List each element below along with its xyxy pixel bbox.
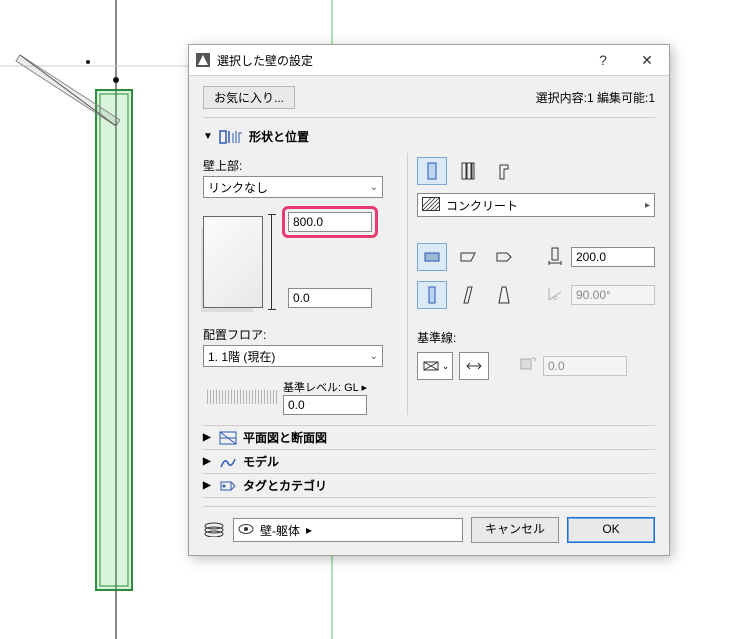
tag-icon <box>219 479 237 493</box>
base-level-offset-input[interactable] <box>283 395 367 415</box>
ref-line-flip-button[interactable] <box>459 352 489 380</box>
base-level-label: 基準レベル: GL ▸ <box>283 379 367 395</box>
ref-line-offset-icon <box>517 355 537 378</box>
material-select[interactable]: コンクリート ▸ <box>417 193 655 217</box>
help-button[interactable]: ? <box>581 45 625 75</box>
section-title: 形状と位置 <box>249 128 309 145</box>
close-button[interactable]: ✕ <box>625 45 669 75</box>
layer-select[interactable]: 壁-躯体 ▸ <box>233 518 463 542</box>
disclosure-right-icon: ▶ <box>203 432 213 443</box>
disclosure-right-icon: ▶ <box>203 480 213 491</box>
wall-height-preview <box>203 216 263 308</box>
hatch-icon <box>422 197 440 214</box>
profile-straight-icon[interactable] <box>417 281 447 309</box>
disclosure-down-icon: ▼ <box>203 131 213 142</box>
ok-button[interactable]: OK <box>567 517 655 543</box>
disclosure-right-icon: ▶ <box>203 456 213 467</box>
chevron-down-icon: ⌄ <box>370 182 378 193</box>
home-floor-value: 1. 1階 (現在) <box>208 348 275 365</box>
structure-profile-icon[interactable] <box>489 157 519 185</box>
wall-settings-dialog: 選択した壁の設定 ? ✕ お気に入り... 選択内容:1 編集可能:1 ▼ <box>188 44 670 556</box>
angle-icon: α <box>545 284 565 307</box>
wall-height-input[interactable] <box>288 212 372 232</box>
chevron-right-icon: ▸ <box>645 200 650 211</box>
chevron-right-icon: ▸ <box>306 523 312 537</box>
section-tag-category[interactable]: ▶ タグとカテゴリ <box>203 473 655 498</box>
wall-end-flat-icon[interactable] <box>417 243 447 271</box>
layer-icon <box>203 521 225 540</box>
favorites-button[interactable]: お気に入り... <box>203 86 295 109</box>
home-floor-select[interactable]: 1. 1階 (現在) ⌄ <box>203 345 383 367</box>
wall-top-link-value: リンクなし <box>208 179 268 196</box>
window-title: 選択した壁の設定 <box>217 52 581 69</box>
svg-text:α: α <box>553 295 557 302</box>
cancel-button[interactable]: キャンセル <box>471 517 559 543</box>
home-floor-label: 配置フロア: <box>203 326 399 343</box>
layer-value: 壁-躯体 <box>260 522 300 539</box>
wall-top-label: 壁上部: <box>203 157 399 174</box>
thickness-input[interactable] <box>571 247 655 267</box>
angle-input <box>571 285 655 305</box>
section-model[interactable]: ▶ モデル <box>203 449 655 473</box>
section-plan-section[interactable]: ▶ 平面図と断面図 <box>203 425 655 449</box>
eye-icon <box>238 523 254 538</box>
thickness-icon <box>545 246 565 269</box>
structure-method-group <box>417 157 655 185</box>
wall-bottom-offset-input[interactable] <box>288 288 372 308</box>
section-shape-position[interactable]: ▼ 形状と位置 <box>203 126 655 147</box>
wall-top-link-select[interactable]: リンクなし ⌄ <box>203 176 383 198</box>
ref-line-position-select[interactable]: ⌄ <box>417 352 453 380</box>
plan-section-icon <box>219 431 237 445</box>
wall-end-slant-icon[interactable] <box>453 243 483 271</box>
base-level-thumb-icon <box>207 390 277 404</box>
wall-end-arrow-icon[interactable] <box>489 243 519 271</box>
structure-composite-icon[interactable] <box>453 157 483 185</box>
structure-basic-icon[interactable] <box>417 157 447 185</box>
wall-profile-icon <box>219 129 243 145</box>
profile-slanted-icon[interactable] <box>453 281 483 309</box>
chevron-down-icon: ⌄ <box>370 351 378 362</box>
dimension-rail-icon <box>271 214 278 310</box>
ref-line-offset-input <box>543 356 627 376</box>
titlebar: 選択した壁の設定 ? ✕ <box>189 45 669 76</box>
model-icon <box>219 455 237 469</box>
ref-line-label: 基準線: <box>417 329 655 346</box>
app-icon <box>195 52 211 68</box>
material-value: コンクリート <box>446 197 518 214</box>
selection-info: 選択内容:1 編集可能:1 <box>536 89 655 106</box>
chevron-right-icon[interactable]: ▸ <box>361 382 367 394</box>
profile-double-slant-icon[interactable] <box>489 281 519 309</box>
